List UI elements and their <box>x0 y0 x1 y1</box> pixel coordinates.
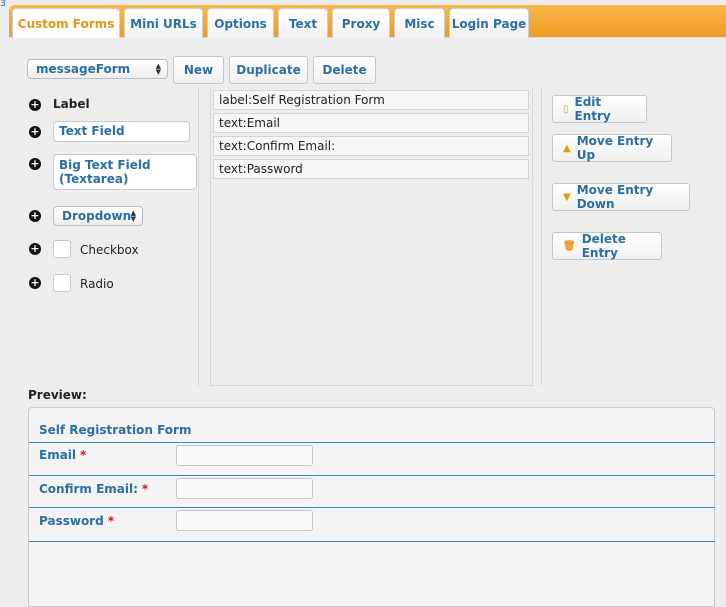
palette-radio <box>53 274 71 292</box>
edit-entry-label: Edit Entry <box>574 95 611 123</box>
palette-textarea-line2: (Textarea) <box>59 172 129 186</box>
palette-text-field: Text Field <box>53 121 190 142</box>
required-mark: * <box>107 514 114 528</box>
duplicate-button[interactable]: Duplicate <box>229 56 308 84</box>
arrow-down-icon: ▼ <box>563 191 571 203</box>
preview-password-label: Password * <box>39 514 114 528</box>
corner-mark: 3 <box>0 0 6 9</box>
delete-entry-label: Delete Entry <box>581 232 626 260</box>
required-mark: * <box>141 482 149 496</box>
move-entry-up-button[interactable]: ▲ Move Entry Up <box>552 134 672 162</box>
palette-dropdown-label: Dropdown <box>62 209 132 223</box>
dropdown-arrows-icon: ▲ ▼ <box>130 209 136 223</box>
preview-confirm-email-label: Confirm Email: * <box>39 482 148 496</box>
trash-icon: 🗑 <box>563 240 576 252</box>
entry-row[interactable]: text:Password <box>213 159 529 179</box>
move-entry-up-label: Move Entry Up <box>576 134 654 162</box>
preview-heading: Preview: <box>28 388 87 402</box>
tab-misc[interactable]: Misc <box>394 8 445 38</box>
palette-checkbox <box>53 240 71 258</box>
entry-row[interactable]: text:Confirm Email: <box>213 136 529 156</box>
add-radio-icon[interactable]: + <box>29 277 41 289</box>
move-entry-down-label: Move Entry Down <box>576 183 654 211</box>
add-text-field-icon[interactable]: + <box>29 126 41 138</box>
add-dropdown-icon[interactable]: + <box>29 210 41 222</box>
tab-proxy[interactable]: Proxy <box>332 8 390 38</box>
preview-password-input[interactable] <box>176 510 313 531</box>
palette-textarea: Big Text Field (Textarea) <box>53 154 197 190</box>
tab-custom-forms[interactable]: Custom Forms <box>12 8 120 38</box>
palette-radio-label: Radio <box>80 277 114 291</box>
palette-checkbox-label: Checkbox <box>80 243 139 257</box>
select-arrows-icon: ▲ ▼ <box>155 62 161 76</box>
preview-email-input[interactable] <box>176 445 313 466</box>
add-checkbox-icon[interactable]: + <box>29 243 41 255</box>
preview-email-text: Email <box>39 448 77 462</box>
tab-mini-urls[interactable]: Mini URLs <box>124 8 203 38</box>
column-divider <box>198 88 199 386</box>
new-button[interactable]: New <box>173 56 224 84</box>
document-icon: ▯ <box>563 103 569 115</box>
preview-panel: Self Registration Form Email * Confirm Em… <box>28 407 715 607</box>
entry-row[interactable]: text:Email <box>213 113 529 133</box>
preview-divider <box>29 541 715 542</box>
tab-login-page[interactable]: Login Page <box>449 8 529 38</box>
move-entry-down-button[interactable]: ▼ Move Entry Down <box>552 183 690 211</box>
tab-text[interactable]: Text <box>278 8 328 38</box>
tab-options[interactable]: Options <box>207 8 274 38</box>
form-select[interactable]: messageForm ▲ ▼ <box>27 59 168 79</box>
palette-textarea-line1: Big Text Field <box>59 158 151 172</box>
add-textarea-icon[interactable]: + <box>29 158 41 170</box>
delete-form-button[interactable]: Delete <box>313 56 376 84</box>
preview-email-label: Email * <box>39 448 86 462</box>
preview-confirm-email-text: Confirm Email: <box>39 482 138 496</box>
tab-bar: Custom Forms Mini URLs Options Text Prox… <box>9 5 726 38</box>
preview-divider <box>29 442 715 443</box>
preview-divider <box>29 507 715 508</box>
required-mark: * <box>80 448 87 462</box>
delete-entry-button[interactable]: 🗑 Delete Entry <box>552 232 662 260</box>
preview-confirm-email-input[interactable] <box>176 478 313 499</box>
preview-password-text: Password <box>39 514 104 528</box>
palette-dropdown: Dropdown ▲ ▼ <box>53 206 143 226</box>
entry-row[interactable]: label:Self Registration Form <box>213 90 529 110</box>
column-divider <box>541 88 542 386</box>
edit-entry-button[interactable]: ▯ Edit Entry <box>552 95 647 123</box>
preview-form-title: Self Registration Form <box>39 423 192 437</box>
preview-divider <box>29 475 715 476</box>
form-select-value: messageForm <box>36 62 131 76</box>
add-label-icon[interactable]: + <box>29 99 41 111</box>
arrow-up-icon: ▲ <box>563 142 571 154</box>
palette-label: Label <box>53 97 90 111</box>
